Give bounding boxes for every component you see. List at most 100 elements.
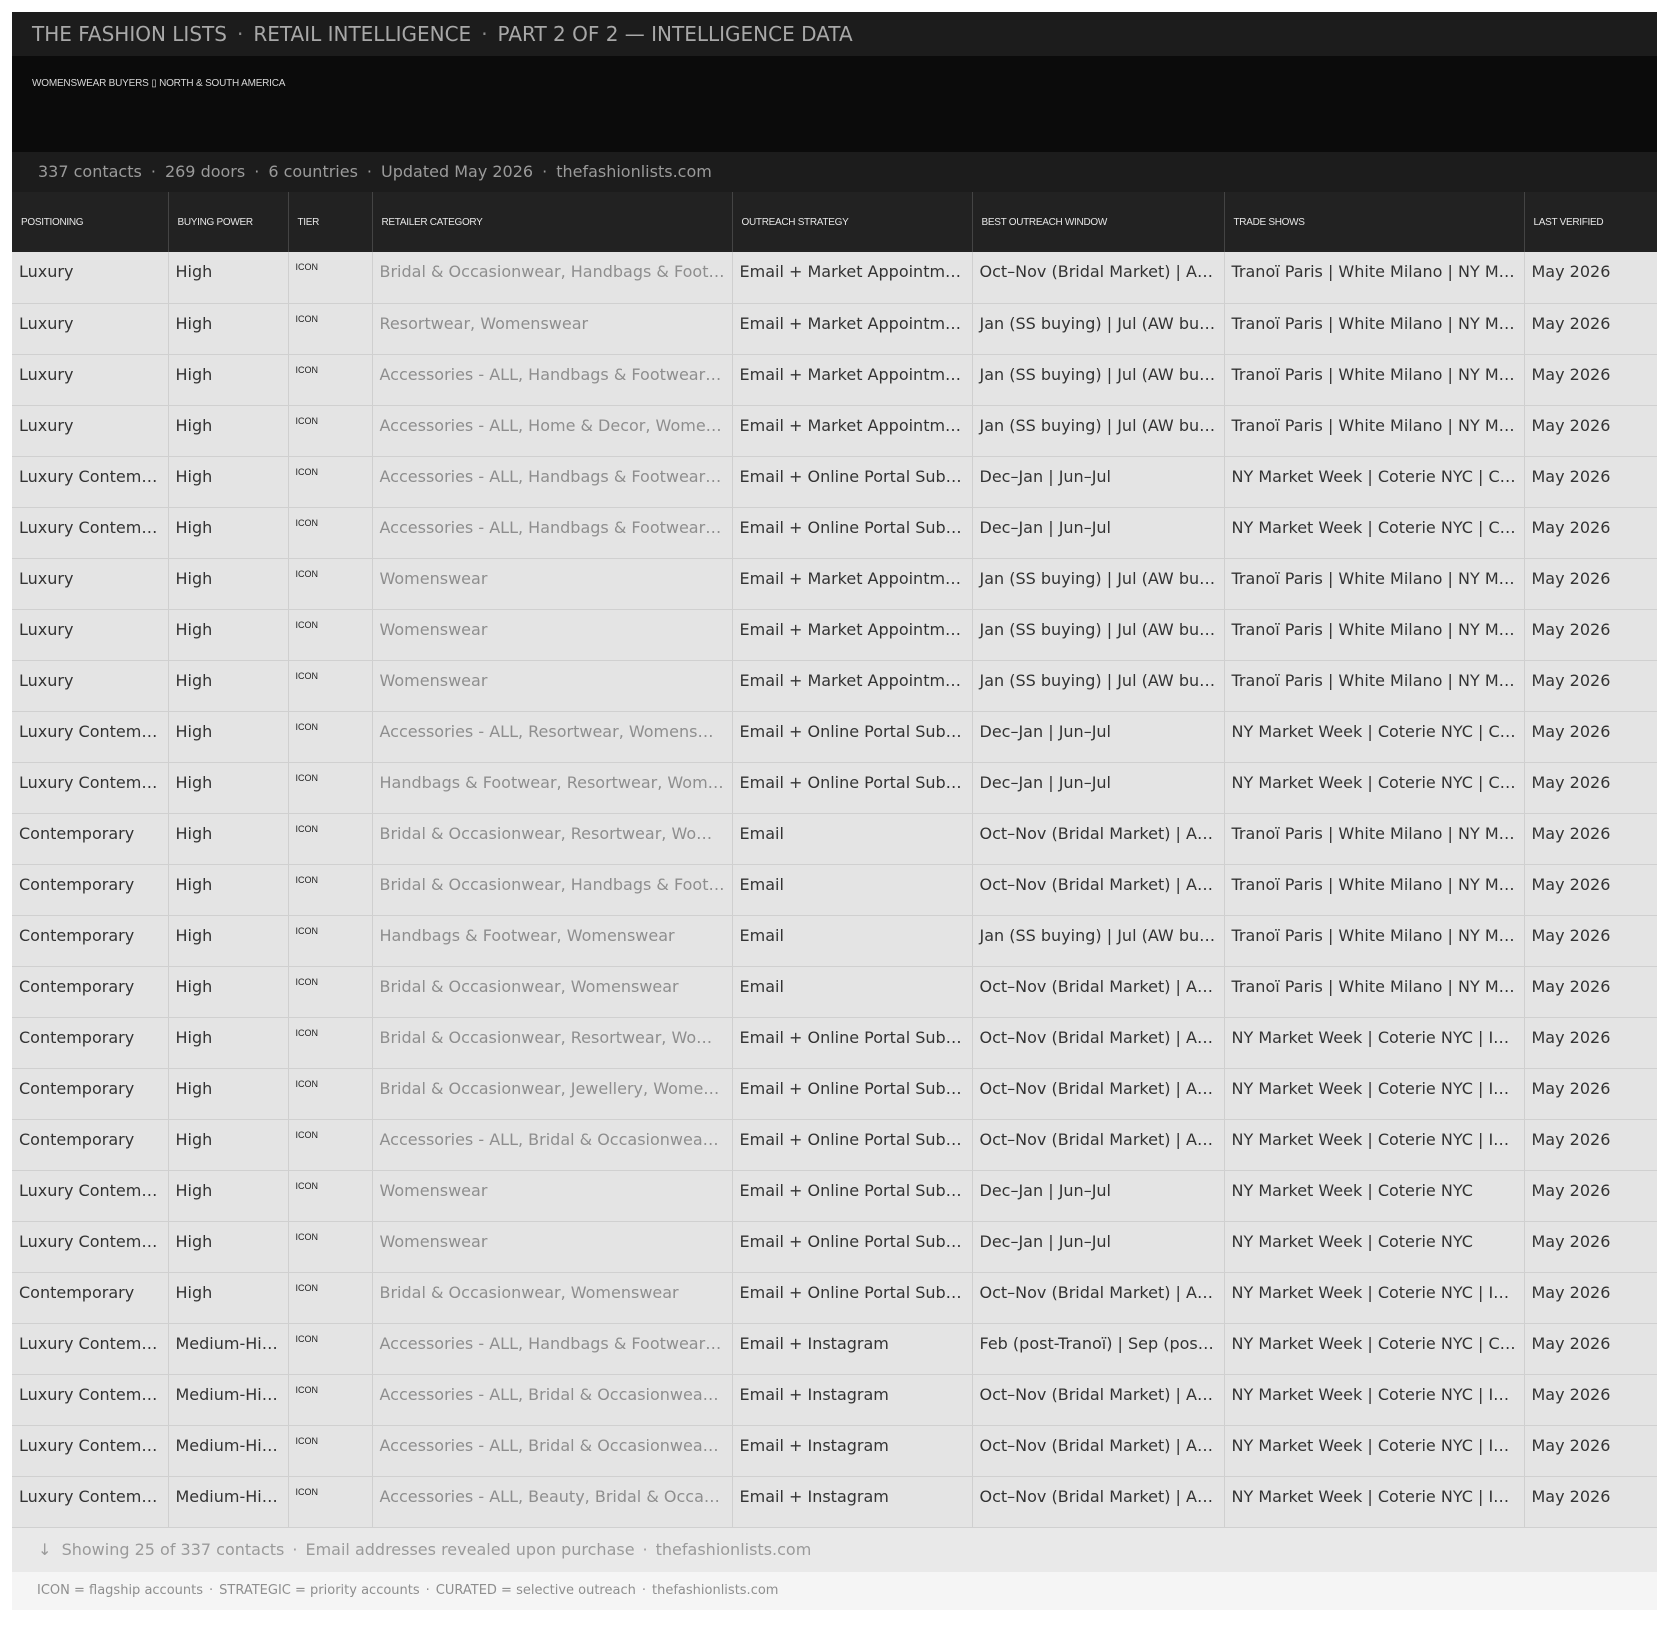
table-row[interactable]: Contemporary High ICON Handbags & Footwear,… (12, 915, 1657, 967)
cell-buying-power: High (168, 1068, 289, 1120)
cell-buying-power: High (168, 456, 289, 508)
page-frame: THE FASHION LISTS · RETAIL INTELLIGENCE · PA… (12, 12, 1657, 1610)
tier-legend: ICON = flagship accounts · STRATEGIC = pri… (12, 1571, 1657, 1610)
cell-outreach-strategy: Email (732, 813, 973, 865)
cell-trade-shows: NY Market Week | Coterie NYC | C… (1224, 1323, 1525, 1375)
cell-trade-shows: NY Market Week | Coterie NYC | C… (1224, 507, 1525, 559)
table-row[interactable]: Contemporary High ICON Bridal & Occasionwea… (12, 1017, 1657, 1069)
cell-best-outreach-window: Oct–Nov (Bridal Market) | A… (972, 1425, 1225, 1477)
cell-outreach-strategy: Email + Market Appointm… (732, 252, 973, 304)
cell-tier: ICON (288, 1221, 373, 1273)
cell-outreach-strategy: Email + Online Portal Sub… (732, 456, 973, 508)
table-row[interactable]: Luxury High ICON Bridal & Occasionwear, Han… (12, 252, 1657, 304)
table-row[interactable]: Luxury Contem… High ICON Handbags & Footwea… (12, 762, 1657, 814)
cell-tier: ICON (288, 1272, 373, 1324)
cell-retailer-category: Bridal & Occasionwear, Jewellery, Wome… (372, 1068, 733, 1120)
banner: WOMENSWEAR BUYERS ▯ NORTH & SOUTH AMERIC… (12, 56, 1657, 152)
cell-buying-power: High (168, 864, 289, 916)
cell-tier: ICON (288, 405, 373, 457)
cell-trade-shows: NY Market Week | Coterie NYC | I… (1224, 1476, 1525, 1528)
cell-retailer-category: Accessories - ALL, Handbags & Footwear… (372, 456, 733, 508)
stat-doors: 269 doors (164, 162, 246, 181)
cell-last-verified: May 2026 (1524, 864, 1657, 916)
cell-tier: ICON (288, 762, 373, 814)
cell-best-outreach-window: Oct–Nov (Bridal Market) | A… (972, 252, 1225, 304)
table-row[interactable]: Luxury High ICON Womenswear Email + Market A… (12, 558, 1657, 610)
cell-outreach-strategy: Email + Online Portal Sub… (732, 507, 973, 559)
cell-retailer-category: Accessories - ALL, Bridal & Occasionwear… (372, 1119, 733, 1171)
cell-last-verified: May 2026 (1524, 303, 1657, 355)
table-row[interactable]: Luxury Contem… High ICON Womenswear Email + … (12, 1221, 1657, 1273)
stat-website: thefashionlists.com (556, 162, 712, 181)
cell-last-verified: May 2026 (1524, 1119, 1657, 1171)
column-header-last-verified[interactable]: LAST VERIFIED (1524, 192, 1657, 252)
cell-trade-shows: Tranoï Paris | White Milano | NY M… (1224, 864, 1525, 916)
cell-last-verified: May 2026 (1524, 762, 1657, 814)
table-row[interactable]: Contemporary High ICON Bridal & Occasionwea… (12, 864, 1657, 916)
table-row[interactable]: Contemporary High ICON Bridal & Occasionwea… (12, 1068, 1657, 1120)
table-row[interactable]: Luxury Contem… High ICON Accessories - ALL,… (12, 711, 1657, 763)
table-row[interactable]: Luxury Contem… High ICON Accessories - ALL,… (12, 456, 1657, 508)
cell-buying-power: High (168, 1017, 289, 1069)
table-row[interactable]: Luxury Contem… High ICON Accessories - ALL,… (12, 507, 1657, 559)
table-row[interactable]: Luxury High ICON Womenswear Email + Market A… (12, 660, 1657, 712)
cell-retailer-category: Accessories - ALL, Handbags & Footwear… (372, 507, 733, 559)
table-row[interactable]: Luxury Contem… Medium-Hi… ICON Accessories … (12, 1323, 1657, 1375)
column-header-retailer-category[interactable]: RETAILER CATEGORY (372, 192, 733, 252)
separator-dot: · (542, 162, 548, 181)
table-row[interactable]: Contemporary High ICON Bridal & Occasionwea… (12, 1272, 1657, 1324)
cell-trade-shows: Tranoï Paris | White Milano | NY M… (1224, 354, 1525, 406)
separator-dot: · (292, 1539, 298, 1559)
table-row[interactable]: Luxury High ICON Accessories - ALL, Home & … (12, 405, 1657, 457)
cell-best-outreach-window: Jan (SS buying) | Jul (AW bu… (972, 303, 1225, 355)
cell-best-outreach-window: Dec–Jan | Jun–Jul (972, 1170, 1225, 1222)
legend-strategic: STRATEGIC = priority accounts (219, 1582, 420, 1598)
table-row[interactable]: Luxury High ICON Resortwear, Womenswear Emai… (12, 303, 1657, 355)
cell-positioning: Luxury (12, 303, 169, 355)
table-row[interactable]: Contemporary High ICON Bridal & Occasionwea… (12, 813, 1657, 865)
cell-tier: ICON (288, 864, 373, 916)
cell-positioning: Luxury (12, 252, 169, 304)
table-row[interactable]: Luxury Contem… Medium-Hi… ICON Accessories … (12, 1425, 1657, 1477)
cell-last-verified: May 2026 (1524, 1476, 1657, 1528)
table-row[interactable]: Luxury Contem… Medium-Hi… ICON Accessories … (12, 1476, 1657, 1528)
cell-positioning: Contemporary (12, 915, 169, 967)
cell-retailer-category: Accessories - ALL, Bridal & Occasionwear… (372, 1425, 733, 1477)
cell-positioning: Luxury (12, 660, 169, 712)
table-row[interactable]: Contemporary High ICON Bridal & Occasionwea… (12, 966, 1657, 1018)
table-row[interactable]: Luxury Contem… High ICON Womenswear Email + … (12, 1170, 1657, 1222)
table-row[interactable]: Contemporary High ICON Accessories - ALL, B… (12, 1119, 1657, 1171)
cell-outreach-strategy: Email + Market Appointm… (732, 660, 973, 712)
cell-buying-power: High (168, 558, 289, 610)
cell-buying-power: Medium-Hi… (168, 1425, 289, 1477)
cell-buying-power: High (168, 1119, 289, 1171)
table-row[interactable]: Luxury High ICON Womenswear Email + Market A… (12, 609, 1657, 661)
separator-dot: · (236, 22, 244, 46)
cell-tier: ICON (288, 507, 373, 559)
column-header-outreach-strategy[interactable]: OUTREACH STRATEGY (732, 192, 973, 252)
cell-last-verified: May 2026 (1524, 660, 1657, 712)
cell-outreach-strategy: Email + Instagram (732, 1374, 973, 1426)
column-header-buying-power[interactable]: BUYING POWER (168, 192, 289, 252)
cell-tier: ICON (288, 1017, 373, 1069)
cell-buying-power: High (168, 252, 289, 304)
cell-tier: ICON (288, 303, 373, 355)
cell-buying-power: Medium-Hi… (168, 1374, 289, 1426)
column-header-best-outreach-window[interactable]: BEST OUTREACH WINDOW (972, 192, 1225, 252)
cell-tier: ICON (288, 252, 373, 304)
column-header-trade-shows[interactable]: TRADE SHOWS (1224, 192, 1525, 252)
cell-last-verified: May 2026 (1524, 1170, 1657, 1222)
table-row[interactable]: Luxury Contem… Medium-Hi… ICON Accessories … (12, 1374, 1657, 1426)
cell-retailer-category: Handbags & Footwear, Resortwear, Wom… (372, 762, 733, 814)
column-header-positioning[interactable]: POSITIONING (12, 192, 169, 252)
cell-best-outreach-window: Oct–Nov (Bridal Market) | A… (972, 864, 1225, 916)
cell-best-outreach-window: Oct–Nov (Bridal Market) | A… (972, 966, 1225, 1018)
column-header-tier[interactable]: TIER (288, 192, 373, 252)
cell-trade-shows: NY Market Week | Coterie NYC | C… (1224, 762, 1525, 814)
cell-outreach-strategy: Email + Online Portal Sub… (732, 1170, 973, 1222)
cell-last-verified: May 2026 (1524, 405, 1657, 457)
cell-best-outreach-window: Jan (SS buying) | Jul (AW bu… (972, 558, 1225, 610)
cell-buying-power: High (168, 303, 289, 355)
legend-website: thefashionlists.com (652, 1582, 779, 1598)
table-row[interactable]: Luxury High ICON Accessories - ALL, Handbag… (12, 354, 1657, 406)
